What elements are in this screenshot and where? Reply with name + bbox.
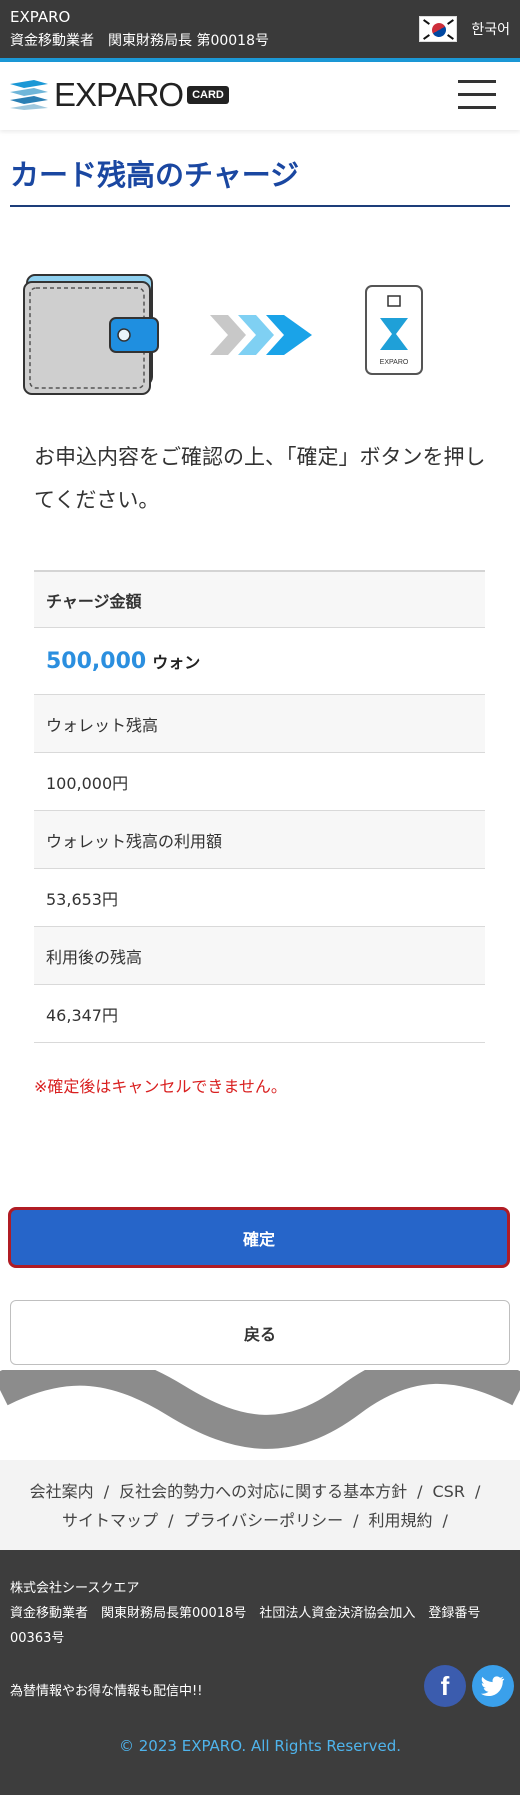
charge-amount-unit: ウォン: [152, 653, 201, 672]
wallet-used-label-text: ウォレット残高の利用額: [46, 831, 223, 851]
top-bar: EXPARO 資金移動業者 関東財務局長 第00018号 한국어: [0, 0, 520, 58]
exparo-card-icon: EXPARO: [365, 285, 423, 375]
after-balance-row: 46,347円: [34, 985, 485, 1043]
link-separator: /: [168, 1511, 174, 1530]
social-links: f: [424, 1665, 514, 1707]
logo-text: EXPARO: [54, 76, 184, 113]
arrow-icon: [210, 315, 312, 355]
charge-illustration: EXPARO: [23, 274, 423, 395]
footer-link-sitemap[interactable]: サイトマップ: [62, 1511, 158, 1530]
promo-text: 為替情報やお得な情報も配信中!!: [10, 1684, 203, 1699]
wallet-balance-label-text: ウォレット残高: [46, 715, 159, 735]
footer-link-terms[interactable]: 利用規約: [369, 1511, 433, 1530]
no-cancel-warning: ※確定後はキャンセルできません。: [34, 1077, 287, 1096]
wallet-balance-label: ウォレット残高: [34, 695, 485, 753]
charge-amount-row: 500,000 ウォン: [34, 628, 485, 695]
footer-link-company[interactable]: 会社案内: [30, 1482, 94, 1501]
footer-link-privacy[interactable]: プライバシーポリシー: [183, 1511, 343, 1530]
wallet-used-row: 53,653円: [34, 869, 485, 927]
charge-amount-value: 500,000: [46, 648, 147, 674]
link-separator: /: [442, 1511, 448, 1530]
registration-info: 資金移動業者 関東財務局長第00018号 社団法人資金決済協会加入 登録番号00…: [10, 1606, 481, 1646]
footer-link-antisocial-policy[interactable]: 反社会的勢力への対応に関する基本方針: [119, 1482, 407, 1501]
charge-amount-label: チャージ金額: [34, 570, 485, 628]
after-balance-label: 利用後の残高: [34, 927, 485, 985]
after-balance-label-text: 利用後の残高: [46, 947, 143, 967]
wallet-balance-value: 100,000円: [46, 773, 129, 793]
logo-stripes-icon: [10, 80, 48, 110]
site-footer: 株式会社シースクエア 資金移動業者 関東財務局長第00018号 社団法人資金決済…: [0, 1550, 520, 1795]
after-balance-value: 46,347円: [46, 1005, 118, 1025]
language-switcher[interactable]: 한국어: [419, 16, 510, 42]
language-label[interactable]: 한국어: [471, 19, 510, 39]
exparo-logo[interactable]: EXPARO CARD: [10, 76, 229, 114]
link-separator: /: [353, 1511, 359, 1530]
hamburger-menu-icon[interactable]: [458, 80, 496, 110]
footer-links: 会社案内 / 反社会的勢力への対応に関する基本方針 / CSR / サイトマップ / プライバ…: [0, 1460, 520, 1550]
back-button[interactable]: 戻る: [10, 1300, 510, 1365]
title-divider: [10, 205, 510, 207]
brand-name: EXPARO: [10, 8, 71, 26]
copyright: © 2023 EXPARO. All Rights Reserved.: [119, 1737, 401, 1755]
wallet-used-value: 53,653円: [46, 889, 118, 909]
charge-summary-table: チャージ金額 500,000 ウォン ウォレット残高 100,000円 ウォレッ…: [34, 570, 485, 1043]
logo-card-badge: CARD: [187, 86, 229, 104]
page-title: カード残高のチャージ: [10, 158, 300, 192]
charge-amount-label-text: チャージ金額: [46, 591, 142, 611]
wave-decoration: [0, 1370, 520, 1449]
twitter-bird-icon: [481, 1676, 505, 1696]
wallet-balance-row: 100,000円: [34, 753, 485, 811]
korea-flag-icon: [419, 16, 458, 42]
link-separator: /: [474, 1482, 481, 1501]
link-separator: /: [417, 1482, 423, 1501]
footer-link-csr[interactable]: CSR: [432, 1482, 464, 1501]
facebook-icon[interactable]: f: [424, 1665, 466, 1707]
confirm-instruction: お申込内容をご確認の上、「確定」ボタンを押してください。: [34, 445, 486, 512]
twitter-icon[interactable]: [472, 1665, 514, 1707]
wallet-used-label: ウォレット残高の利用額: [34, 811, 485, 869]
company-name: 株式会社シースクエア: [10, 1581, 140, 1596]
link-separator: /: [103, 1482, 110, 1501]
wallet-icon: [23, 274, 159, 395]
site-header: EXPARO CARD: [0, 62, 520, 130]
confirm-button[interactable]: 確定: [8, 1207, 510, 1268]
license-text: 資金移動業者 関東財務局長 第00018号: [10, 33, 269, 49]
card-label: EXPARO: [380, 359, 409, 366]
